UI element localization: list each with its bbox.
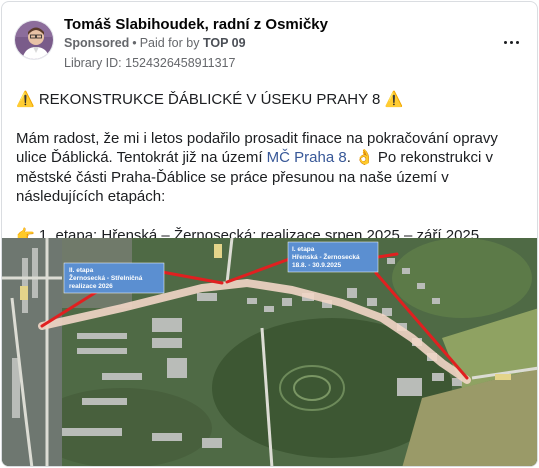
meta-separator: • [132,36,137,50]
stage-2-label-line3: realizace 2026 [69,283,113,290]
post-header: Tomáš Slabihoudek, radní z Osmičky Spons… [14,14,525,74]
stage-1-label-line2: Hřenská - Žernosecká [292,252,360,261]
map-image[interactable]: II. etapa Žernosecká - Střelničná realiz… [2,238,537,466]
stage-1-label-line1: I. etapa [292,246,315,253]
post-paragraph: Mám radost, že mi i letos podařilo prosa… [16,129,531,207]
sponsor-meta: Sponsored • Paid for by TOP 09 [64,36,246,50]
stage-2-label-line2: Žernosecká - Střelničná [69,273,143,282]
post-text: ⚠️ REKONSTRUKCE ĎÁBLICKÉ V ÚSEKU PRAHY 8… [16,90,531,245]
stage-2-label-line1: II. etapa [69,267,94,274]
page-name[interactable]: Tomáš Slabihoudek, radní z Osmičky [64,16,328,33]
post-headline: ⚠️ REKONSTRUKCE ĎÁBLICKÉ V ÚSEKU PRAHY 8… [16,91,404,108]
sponsored-post-card: Tomáš Slabihoudek, radní z Osmičky Spons… [1,1,538,467]
praha8-link[interactable]: MČ Praha 8 [267,149,347,166]
avatar[interactable] [14,20,54,60]
paid-for-by-label: Paid for by [139,36,200,50]
funder-link[interactable]: TOP 09 [203,36,246,50]
more-options-icon[interactable] [499,34,523,50]
sponsored-label: Sponsored [64,36,130,50]
library-id: Library ID: 1524326458911317 [64,56,236,70]
stage-1-label-line3: 18.8. - 30.9.2025 [292,262,342,269]
